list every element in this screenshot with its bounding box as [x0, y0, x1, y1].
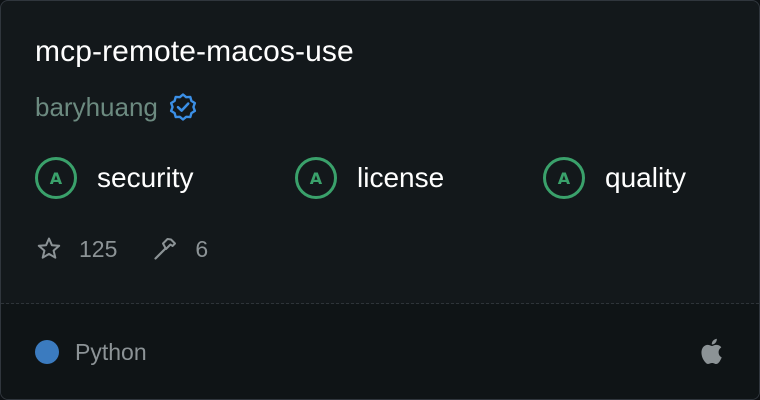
author-row: baryhuang: [35, 87, 198, 127]
hammer-icon: [151, 235, 179, 263]
server-title[interactable]: mcp-remote-macos-use: [35, 35, 354, 69]
apple-icon: [699, 336, 725, 366]
language-row: Python: [35, 336, 147, 368]
language-label: Python: [75, 338, 147, 365]
language-dot: [35, 340, 59, 364]
author-name[interactable]: baryhuang: [35, 92, 158, 123]
grade-license-label: license: [357, 162, 445, 193]
stats-row: 125 6: [35, 231, 208, 267]
grade-quality-label: quality: [605, 162, 686, 193]
grade-license-badge: A: [295, 157, 337, 199]
grade-security-badge: A: [35, 157, 77, 199]
server-card[interactable]: mcp-remote-macos-use baryhuang A securit…: [0, 0, 760, 400]
stars-count: 125: [79, 235, 118, 262]
grade-security-label: security: [97, 162, 194, 193]
star-icon: [35, 235, 63, 263]
grade-license[interactable]: A license: [295, 154, 444, 202]
verified-badge-icon: [168, 92, 198, 122]
card-footer: Python: [1, 304, 759, 399]
grade-quality-badge: A: [543, 157, 585, 199]
grade-quality[interactable]: A quality: [543, 154, 686, 202]
grade-security[interactable]: A security: [35, 154, 193, 202]
tools-count: 6: [195, 235, 209, 262]
